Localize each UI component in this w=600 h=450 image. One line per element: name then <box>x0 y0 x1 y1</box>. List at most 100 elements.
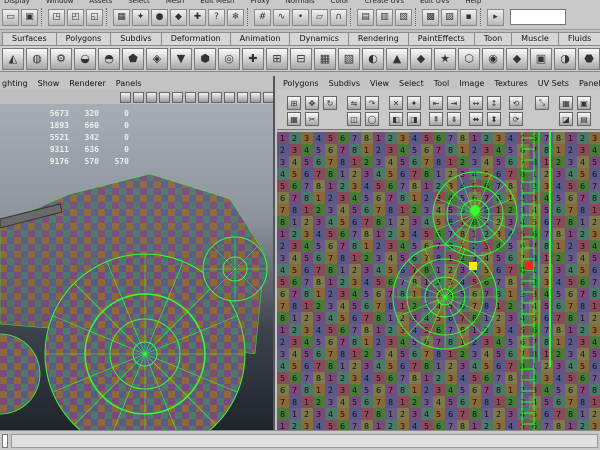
tool-icon[interactable]: ▼ <box>170 47 192 70</box>
shelf-tab[interactable]: Rendering <box>347 32 409 45</box>
mask-icon[interactable]: ✚ <box>189 8 206 26</box>
uv-menu-item[interactable]: Tool <box>434 79 450 88</box>
panel-menu-item[interactable]: ghting <box>2 79 28 88</box>
xray-icon[interactable] <box>224 91 235 103</box>
sphere-icon[interactable]: ◍ <box>26 47 48 70</box>
uv-unfold-icon[interactable]: ◧ <box>389 112 403 126</box>
panel-menu-item[interactable]: Renderer <box>69 79 106 88</box>
select-hierarchy-icon[interactable]: ◳ <box>48 8 65 26</box>
isolate-icon[interactable] <box>211 91 222 103</box>
uv-straighten-icon[interactable]: ↔ <box>469 96 483 110</box>
grid-icon[interactable] <box>133 91 144 103</box>
highlighted-uv[interactable] <box>469 262 477 270</box>
uv-rotate-icon[interactable]: ↻ <box>323 96 337 110</box>
mask-icon[interactable]: ✦ <box>132 8 149 26</box>
shelf-tab[interactable]: Subdivs <box>110 32 162 45</box>
hud-icon[interactable] <box>263 91 273 103</box>
shelf-tab[interactable]: PaintEffects <box>407 32 475 45</box>
uv-checker-icon[interactable]: ▤ <box>577 112 591 126</box>
shelf-tab[interactable]: Fluids <box>557 32 600 45</box>
cone-icon[interactable]: ◭ <box>2 47 24 70</box>
shelf-tab[interactable]: Muscle <box>511 32 559 45</box>
select-object-icon[interactable]: ◰ <box>67 8 84 26</box>
uv-grid-icon[interactable]: ▦ <box>287 112 301 126</box>
shelf-tab[interactable]: Deformation <box>160 32 231 45</box>
uv-flip-icon[interactable]: ⇋ <box>347 96 361 110</box>
uv-menu-item[interactable]: Polygons <box>283 79 319 88</box>
uv-shell-wheel-bottom[interactable] <box>392 244 498 350</box>
uv-align-icon[interactable]: ⇞ <box>429 112 443 126</box>
uv-align-icon[interactable]: ⇟ <box>447 112 461 126</box>
tool-icon[interactable]: ▦ <box>314 47 336 70</box>
shaded-icon[interactable] <box>159 91 170 103</box>
uv-cycle-icon[interactable]: ⟳ <box>509 112 523 126</box>
magnet-icon[interactable]: ∩ <box>330 8 347 26</box>
render-settings-icon[interactable]: ▪ <box>460 8 477 26</box>
uv-grid-toggle-icon[interactable]: ▦ <box>559 96 573 110</box>
tool-icon[interactable]: ⬟ <box>122 47 144 70</box>
uv-rotate-cw-icon[interactable]: ↷ <box>365 96 379 110</box>
snap-point-icon[interactable]: • <box>292 8 309 26</box>
tool-icon[interactable]: ✚ <box>242 47 264 70</box>
uv-circle-icon[interactable]: ◯ <box>365 112 379 126</box>
render-icon[interactable]: ▩ <box>422 8 439 26</box>
uv-move-icon[interactable]: ✥ <box>305 96 319 110</box>
tool-icon[interactable]: ▧ <box>338 47 360 70</box>
tool-icon[interactable]: ★ <box>434 47 456 70</box>
select-component-icon[interactable]: ◱ <box>86 8 103 26</box>
mask-icon[interactable]: ◆ <box>170 8 187 26</box>
uv-menu-item[interactable]: Select <box>399 79 424 88</box>
uv-menu-item[interactable]: Textures <box>494 79 527 88</box>
mel-input-field[interactable] <box>2 433 8 448</box>
tool-icon[interactable]: ▲ <box>386 47 408 70</box>
tool-icon[interactable]: ◓ <box>98 47 120 70</box>
selected-uv[interactable] <box>525 262 533 270</box>
tool-icon[interactable]: ⊞ <box>266 47 288 70</box>
quick-selection-field[interactable] <box>510 9 566 25</box>
folder-icon[interactable]: ▭ <box>2 8 19 26</box>
uv-select-icon[interactable]: ⊞ <box>287 96 301 110</box>
uv-cut-icon[interactable]: ✂ <box>305 112 319 126</box>
snap-curve-icon[interactable]: ∿ <box>273 8 290 26</box>
3d-viewport[interactable]: 5673 320 0 1893 660 0 5521 342 0 9311 636 0 9176 570 5… <box>0 104 273 430</box>
tool-icon[interactable]: ▣ <box>530 47 552 70</box>
uv-shade-icon[interactable]: ◪ <box>559 112 573 126</box>
uv-menu-item[interactable]: UV Sets <box>538 79 569 88</box>
uv-menu-item[interactable]: View <box>370 79 389 88</box>
uv-align-icon[interactable]: ⇥ <box>447 96 461 110</box>
tool-icon[interactable]: ◐ <box>362 47 384 70</box>
uv-layout-icon[interactable]: ◫ <box>347 112 361 126</box>
uv-snap-icon[interactable]: ⬌ <box>469 112 483 126</box>
shadow-icon[interactable] <box>198 91 209 103</box>
tool-icon[interactable]: ◆ <box>410 47 432 70</box>
tool-icon[interactable]: ◑ <box>554 47 576 70</box>
tool-icon[interactable]: ◎ <box>218 47 240 70</box>
wireframe-icon[interactable] <box>146 91 157 103</box>
film-gate-icon[interactable] <box>250 91 261 103</box>
uv-sew-icon[interactable]: ✦ <box>407 96 421 110</box>
uv-menu-item[interactable]: Panels <box>579 79 600 88</box>
uv-straighten-icon[interactable]: ↕ <box>487 96 501 110</box>
uv-relax-icon[interactable]: ◨ <box>407 112 421 126</box>
mask-icon[interactable]: ? <box>208 8 225 26</box>
uv-menu-item[interactable]: Image <box>459 79 484 88</box>
tool-icon[interactable]: ◉ <box>482 47 504 70</box>
selection-field-icon[interactable]: ▸ <box>487 8 504 26</box>
panel-menu-item[interactable]: Show <box>38 79 60 88</box>
snap-grid-icon[interactable]: # <box>254 8 271 26</box>
uv-image-icon[interactable]: ▣ <box>577 96 591 110</box>
uv-view[interactable]: 1234567812345678123456781232345678123456… <box>277 132 600 430</box>
uv-menu-item[interactable]: Subdivs <box>329 79 360 88</box>
uv-isolate-icon[interactable]: ⤡ <box>535 96 549 110</box>
tool-icon[interactable]: ⬣ <box>578 47 600 70</box>
camera-icon[interactable] <box>120 91 131 103</box>
shelf-tab[interactable]: Polygons <box>55 32 112 45</box>
shelf-tab[interactable]: Toon <box>473 32 513 45</box>
uv-pivot-point[interactable] <box>470 205 480 215</box>
resolution-gate-icon[interactable] <box>237 91 248 103</box>
tool-icon[interactable]: ◈ <box>146 47 168 70</box>
snap-plane-icon[interactable]: ▱ <box>311 8 328 26</box>
history-icon[interactable]: ▤ <box>357 8 374 26</box>
shelf-tab[interactable]: Animation <box>229 32 291 45</box>
tool-icon[interactable]: ⊟ <box>290 47 312 70</box>
